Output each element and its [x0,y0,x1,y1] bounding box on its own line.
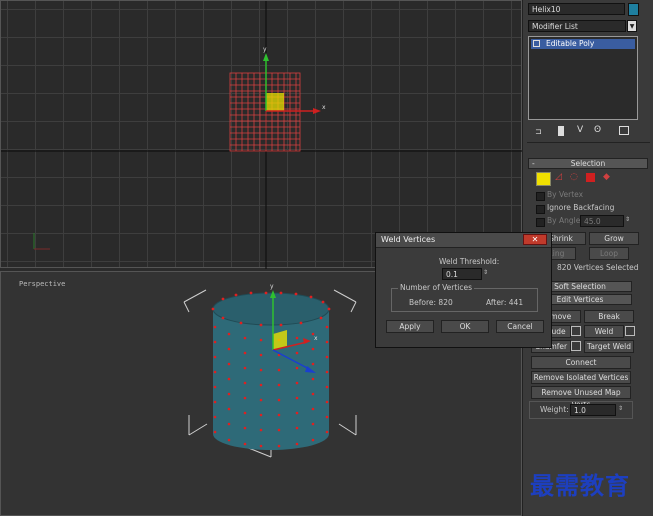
ignore-backfacing-label: Ignore Backfacing [547,203,615,212]
spinner-arrows-icon[interactable]: ⇕ [625,216,630,223]
loop-button[interactable]: Loop [589,247,629,260]
x-axis-label: x [322,104,326,111]
expand-icon[interactable] [533,40,540,47]
weld-threshold-label: Weld Threshold: [439,257,500,266]
weight-spinner[interactable]: 1.0 [570,404,616,416]
divider [527,142,650,143]
remove-unused-map-verts-button[interactable]: Remove Unused Map Verts [531,386,631,409]
by-angle-label: By Angle: [547,216,583,225]
grow-button[interactable]: Grow [589,232,639,245]
weld-settings-icon[interactable] [625,326,635,336]
top-viewport[interactable]: y x [0,0,523,269]
modifier-stack: Editable Poly [528,36,638,120]
gizmo-plane-handle [266,93,284,111]
configure-modifier-sets-icon[interactable] [619,126,629,135]
by-angle-spinner[interactable]: 45.0 [580,215,624,227]
watermark-logo: 最需教育 [530,471,630,500]
make-unique-icon[interactable]: V [577,125,583,135]
extrude-settings-icon[interactable] [571,326,581,336]
connect-button[interactable]: Connect [531,356,631,369]
selection-status: 820 Vertices Selected [557,263,639,272]
polygon-mode-icon[interactable] [586,173,595,182]
weight-group: Weight: 1.0 ⇕ [529,401,633,419]
ok-button[interactable]: OK [441,320,489,333]
selection-rollout-title[interactable]: - Selection [528,158,648,169]
helix-wireframe [229,72,301,152]
dialog-title: Weld Vertices [381,235,436,244]
element-mode-icon[interactable]: ◆ [603,172,610,182]
object-name-field[interactable]: Helix10 [528,3,625,15]
stack-item-editable-poly[interactable]: Editable Poly [531,39,635,49]
border-mode-icon[interactable]: ◌ [570,172,578,182]
target-weld-button[interactable]: Target Weld [584,340,634,353]
by-angle-checkbox[interactable] [536,218,545,227]
ignore-backfacing-checkbox[interactable] [536,205,545,214]
by-vertex-label: By Vertex [547,190,584,199]
chamfer-settings-icon[interactable] [571,341,581,351]
y-axis-label: y [270,283,274,290]
apply-button[interactable]: Apply [386,320,434,333]
spinner-arrows-icon[interactable]: ⇕ [618,405,623,412]
weight-label: Weight: [540,405,569,414]
show-end-result-icon[interactable] [558,126,564,136]
y-axis-label: y [263,46,267,53]
remove-isolated-vertices-button[interactable]: Remove Isolated Vertices [531,371,631,384]
vertex-mode-icon[interactable] [536,172,551,186]
top-viewport-scene: y x [1,1,523,269]
by-vertex-checkbox[interactable] [536,192,545,201]
after-count: After: 441 [486,298,524,307]
spinner-arrows-icon[interactable]: ⇕ [483,269,488,276]
weld-button[interactable]: Weld [584,325,624,338]
number-of-vertices-group: Number of Vertices Before: 820 After: 44… [391,283,538,312]
chevron-down-icon[interactable]: ▼ [627,20,637,32]
cancel-button[interactable]: Cancel [496,320,544,333]
cylinder-mesh [213,309,329,450]
dialog-title-bar[interactable]: Weld Vertices ✕ [376,233,551,248]
weld-vertices-dialog: Weld Vertices ✕ Weld Threshold: 0.1 ⇕ Nu… [375,232,552,348]
modifier-list-dropdown[interactable]: Modifier List [528,20,626,32]
x-axis-label: x [314,335,318,342]
close-icon[interactable]: ✕ [523,234,547,245]
object-color-swatch[interactable] [628,3,639,16]
weld-threshold-spinner[interactable]: 0.1 [442,268,482,280]
break-button[interactable]: Break [584,310,634,323]
remove-modifier-icon[interactable]: ʘ [594,125,601,135]
stack-item-label: Editable Poly [546,39,595,48]
edge-mode-icon[interactable]: ◿ [555,172,562,182]
group-label: Number of Vertices [398,283,475,292]
before-count: Before: 820 [409,298,453,307]
pin-stack-icon[interactable]: ⊐ [535,127,545,136]
